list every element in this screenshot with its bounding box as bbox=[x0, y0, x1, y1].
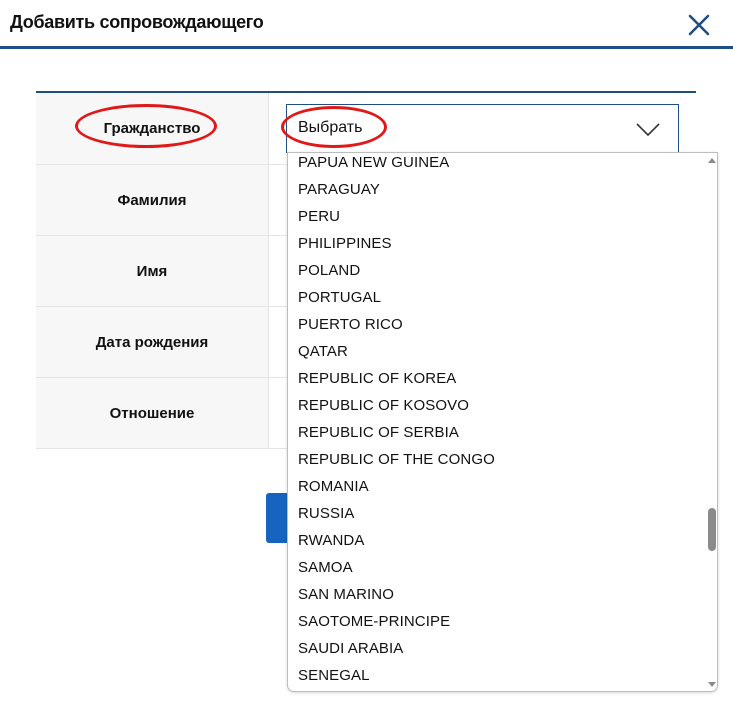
scroll-thumb[interactable] bbox=[708, 508, 716, 551]
dropdown-option[interactable]: POLAND bbox=[298, 257, 360, 284]
relation-label: Отношение bbox=[36, 378, 269, 448]
dropdown-option[interactable]: RUSSIA bbox=[298, 500, 354, 527]
dropdown-option[interactable]: PORTUGAL bbox=[298, 284, 381, 311]
dropdown-option[interactable]: SENEGAL bbox=[298, 662, 370, 689]
citizenship-select-value: Выбрать bbox=[298, 119, 363, 136]
first-name-label: Имя bbox=[36, 236, 269, 306]
dropdown-option[interactable]: SAUDI ARABIA bbox=[298, 635, 403, 662]
dropdown-option[interactable]: REPUBLIC OF SERBIA bbox=[298, 419, 459, 446]
close-button[interactable] bbox=[684, 10, 714, 40]
dropdown-option[interactable]: SAOTOME-PRINCIPE bbox=[298, 608, 450, 635]
dropdown-scrollbar[interactable] bbox=[705, 153, 717, 691]
close-icon bbox=[688, 14, 710, 36]
dropdown-option[interactable]: PAPUA NEW GUINEA bbox=[298, 153, 449, 176]
dropdown-option[interactable]: SAMOA bbox=[298, 554, 353, 581]
dropdown-option[interactable]: REPUBLIC OF KOREA bbox=[298, 365, 456, 392]
citizenship-label: Гражданство bbox=[36, 93, 269, 164]
last-name-label: Фамилия bbox=[36, 165, 269, 235]
citizenship-select[interactable]: Выбрать bbox=[286, 104, 679, 153]
citizenship-dropdown-list[interactable]: PAPUA NEW GUINEA PARAGUAY PERU PHILIPPINES P… bbox=[287, 152, 718, 692]
dropdown-option[interactable]: REPUBLIC OF KOSOVO bbox=[298, 392, 469, 419]
birth-date-label: Дата рождения bbox=[36, 307, 269, 377]
dropdown-option[interactable]: RWANDA bbox=[298, 527, 364, 554]
dropdown-option[interactable]: SAN MARINO bbox=[298, 581, 394, 608]
dropdown-option[interactable]: ROMANIA bbox=[298, 473, 369, 500]
dropdown-option[interactable]: PARAGUAY bbox=[298, 176, 380, 203]
dropdown-option[interactable]: PHILIPPINES bbox=[298, 230, 392, 257]
dropdown-option[interactable]: PERU bbox=[298, 203, 340, 230]
chevron-down-icon bbox=[636, 123, 660, 137]
scroll-down-arrow-icon[interactable] bbox=[707, 679, 717, 689]
dropdown-option[interactable]: QATAR bbox=[298, 338, 348, 365]
dropdown-option[interactable]: REPUBLIC OF THE CONGO bbox=[298, 446, 495, 473]
dialog-header: Добавить сопровождающего bbox=[0, 0, 733, 49]
dialog-title: Добавить сопровождающего bbox=[10, 12, 264, 32]
scroll-up-arrow-icon[interactable] bbox=[707, 156, 717, 166]
dropdown-option[interactable]: PUERTO RICO bbox=[298, 311, 403, 338]
